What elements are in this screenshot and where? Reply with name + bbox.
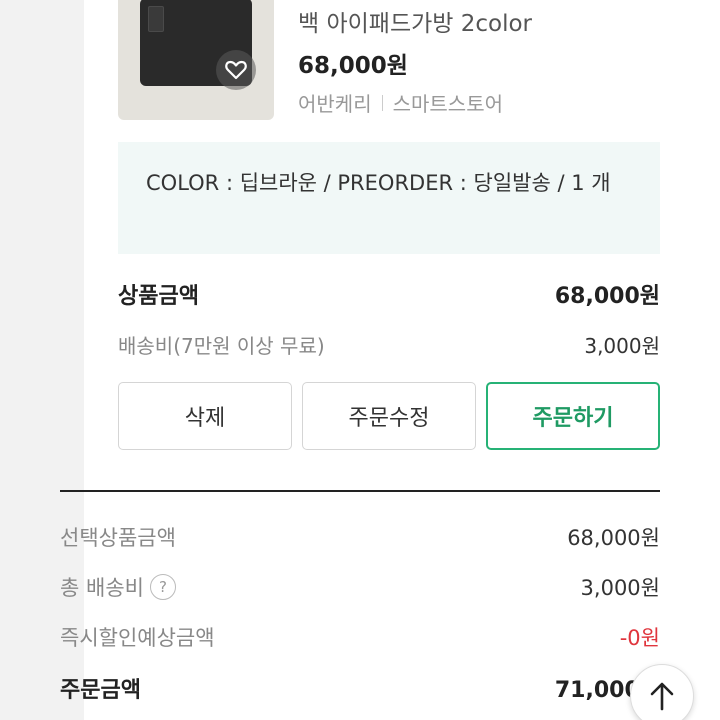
- shipping-value: 3,000원: [584, 334, 660, 358]
- option-text: COLOR : 딥브라운 / PREORDER : 당일발송 / 1 개: [146, 171, 611, 195]
- order-amount-label: 주문금액: [60, 678, 141, 703]
- selected-amount-label: 선택상품금액: [60, 526, 176, 550]
- help-icon[interactable]: ?: [149, 574, 176, 600]
- product-thumbnail[interactable]: [118, 0, 274, 120]
- edit-order-button[interactable]: 주문수정: [302, 382, 476, 450]
- shipping-row: 배송비(7만원 이상 무료) 3,000원: [118, 330, 660, 359]
- selected-amount-value: 68,000원: [567, 526, 660, 550]
- product-amount-label: 상품금액: [118, 284, 199, 309]
- option-box: COLOR : 딥브라운 / PREORDER : 당일발송 / 1 개: [118, 142, 660, 254]
- store-channel: 스마트스토어: [392, 92, 504, 116]
- delete-button[interactable]: 삭제: [118, 382, 292, 450]
- selected-amount-row: 선택상품금액 68,000원: [60, 522, 660, 552]
- phone-pocket-graphic: [148, 6, 164, 32]
- shipping-label: 배송비(7만원 이상 무료): [118, 334, 325, 358]
- total-shipping-value: 3,000원: [580, 576, 660, 600]
- order-button[interactable]: 주문하기: [486, 382, 660, 450]
- product-name[interactable]: 백 아이패드가방 2color: [298, 4, 532, 38]
- total-shipping-label: 총 배송비: [60, 576, 144, 600]
- total-shipping-label-group: 총 배송비 ?: [60, 572, 176, 602]
- scroll-to-top-button[interactable]: [630, 664, 694, 720]
- store-info: 어반케리 스마트스토어: [298, 88, 503, 117]
- arrow-up-icon: [650, 682, 674, 711]
- store-name[interactable]: 어반케리: [298, 88, 372, 117]
- order-amount-row: 주문금액 71,000원: [60, 672, 660, 704]
- store-divider: [381, 94, 383, 111]
- product-amount-value: 68,000원: [554, 284, 660, 309]
- discount-label: 즉시할인예상금액: [60, 626, 215, 650]
- total-shipping-row: 총 배송비 ? 3,000원: [60, 572, 660, 602]
- discount-value: -0원: [619, 626, 660, 650]
- totals-divider: [60, 490, 660, 492]
- product-amount-row: 상품금액 68,000원: [118, 278, 660, 310]
- wishlist-heart-icon[interactable]: [216, 50, 256, 90]
- product-price: 68,000원: [298, 53, 408, 79]
- discount-row: 즉시할인예상금액 -0원: [60, 622, 660, 652]
